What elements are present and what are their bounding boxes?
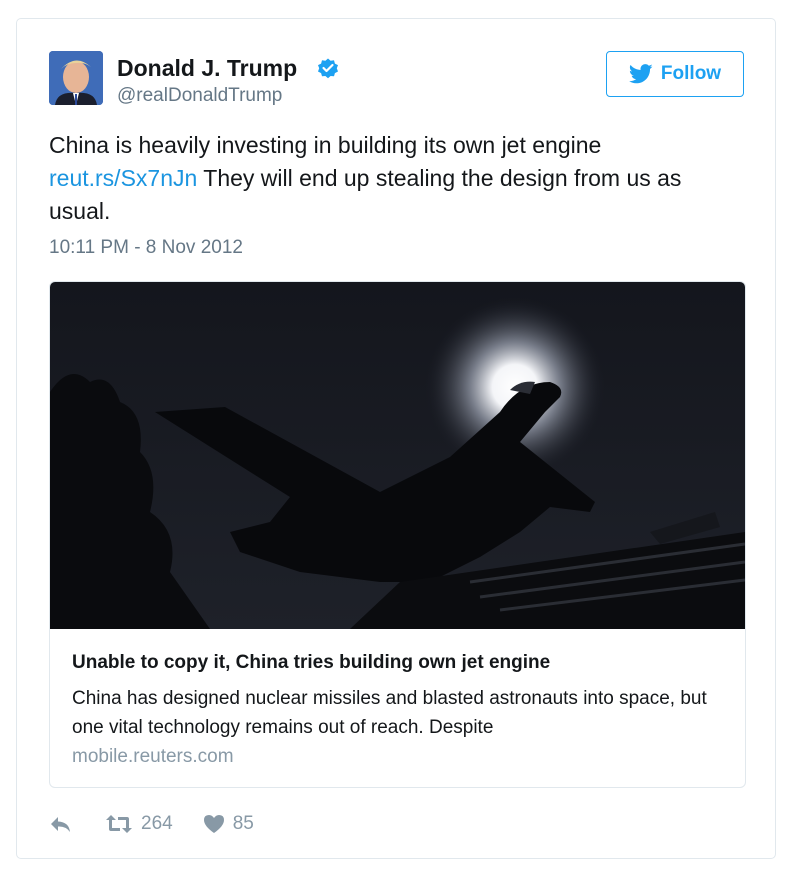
link-card[interactable]: Unable to copy it, China tries building … [49, 281, 746, 788]
avatar[interactable] [49, 51, 103, 105]
tweet-timestamp[interactable]: 10:11 PM - 8 Nov 2012 [49, 237, 243, 259]
author-handle[interactable]: @realDonaldTrump [117, 85, 282, 107]
verified-badge-icon [318, 58, 338, 79]
reply-button[interactable] [49, 814, 73, 834]
follow-button[interactable]: Follow [606, 51, 744, 97]
retweet-button[interactable]: 264 [105, 813, 173, 835]
author-name[interactable]: Donald J. Trump [117, 55, 297, 82]
tweet-actions: 264 85 [49, 809, 254, 839]
follow-label: Follow [660, 63, 722, 84]
tweet-text-part1: China is heavily investing in building i… [49, 132, 602, 158]
card-description: China has designed nuclear missiles and … [72, 688, 707, 738]
like-count: 85 [232, 813, 254, 834]
card-image [50, 282, 745, 629]
tweet-text: China is heavily investing in building i… [49, 129, 749, 228]
reply-icon [51, 817, 70, 832]
tweet-embed: Donald J. Trump @realDonaldTrump Follow … [16, 18, 776, 859]
tweet-link[interactable]: reut.rs/Sx7nJn [49, 165, 197, 191]
card-domain: mobile.reuters.com [72, 746, 234, 767]
heart-icon [203, 815, 224, 833]
card-title[interactable]: Unable to copy it, China tries building … [72, 652, 550, 674]
like-button[interactable]: 85 [203, 813, 254, 835]
retweet-count: 264 [141, 813, 173, 834]
twitter-bird-icon [628, 64, 653, 84]
retweet-icon [106, 815, 132, 833]
